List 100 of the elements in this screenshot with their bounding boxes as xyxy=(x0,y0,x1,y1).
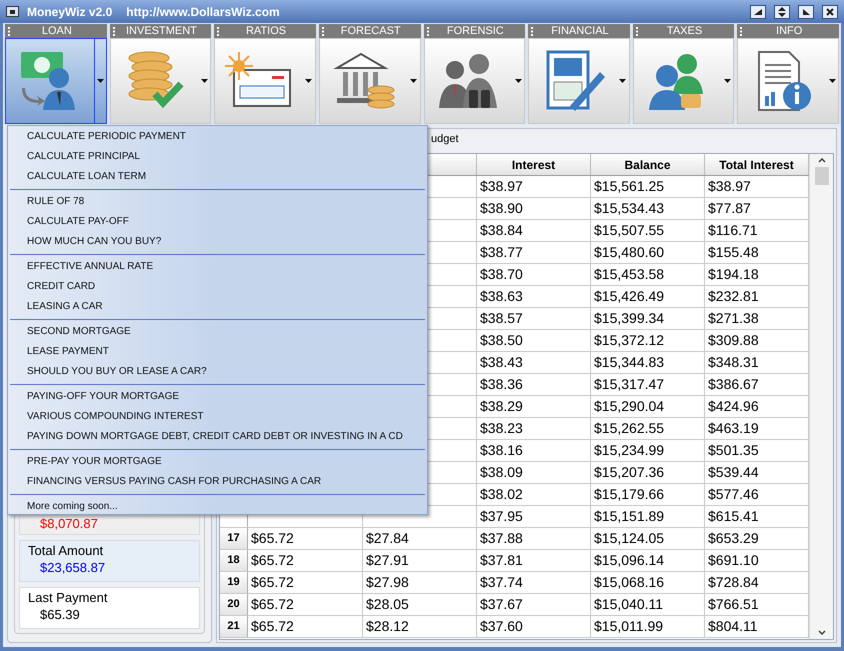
menu-item[interactable]: CALCULATE LOAN TERM xyxy=(27,170,146,184)
grip-icon xyxy=(531,26,534,36)
dropdown-caret-icon xyxy=(305,79,312,83)
dropdown-caret-icon xyxy=(619,79,626,83)
menu-item[interactable]: SHOULD YOU BUY OR LEASE A CAR? xyxy=(27,365,207,379)
tab-header: LOAN xyxy=(5,24,107,38)
row-number: 20 xyxy=(220,594,248,615)
menu-item[interactable]: LEASING A CAR xyxy=(27,300,103,314)
table-cell: $15,011.99 xyxy=(591,616,705,637)
table-cell: $65.72 xyxy=(248,550,363,571)
menu-item[interactable]: PRE-PAY YOUR MORTGAGE xyxy=(27,455,162,469)
menu-item[interactable]: HOW MUCH CAN YOU BUY? xyxy=(27,235,162,249)
summary-value: $8,070.87 xyxy=(39,515,99,533)
dropdown-caret-icon xyxy=(514,79,522,83)
table-cell: $15,426.49 xyxy=(591,286,705,307)
table-cell: $28.05 xyxy=(363,594,477,615)
menu-item[interactable]: SECOND MORTGAGE xyxy=(27,325,131,339)
table-cell: $37.74 xyxy=(477,572,591,593)
scroll-up-icon[interactable] xyxy=(818,158,826,163)
minimize-icon xyxy=(753,8,763,16)
row-number: 18 xyxy=(220,550,248,571)
table-cell: $15,207.36 xyxy=(591,462,705,483)
table-cell: $15,317.47 xyxy=(591,374,705,395)
restore-button[interactable] xyxy=(774,4,790,18)
dropdown-caret-icon xyxy=(96,79,104,83)
table-cell: $15,561.25 xyxy=(591,176,705,197)
minimize-button[interactable] xyxy=(750,4,766,18)
table-cell: $15,151.89 xyxy=(591,506,705,527)
maximize-icon xyxy=(802,8,810,16)
table-cell: $38.84 xyxy=(477,220,591,241)
menu-item[interactable]: PAYING-OFF YOUR MORTGAGE xyxy=(27,390,180,404)
grip-icon xyxy=(112,26,115,36)
content-tab[interactable]: udget xyxy=(431,130,459,148)
table-cell: $65.72 xyxy=(248,616,363,637)
table-cell: $38.29 xyxy=(477,396,591,417)
window-title: MoneyWiz v2.0 xyxy=(27,4,112,20)
table-cell: $38.57 xyxy=(477,308,591,329)
close-button[interactable] xyxy=(822,4,838,18)
menu-item[interactable]: CALCULATE PRINCIPAL xyxy=(27,150,140,164)
menu-item[interactable]: FINANCING VERSUS PAYING CASH FOR PURCHASING A CAR xyxy=(27,475,322,489)
table-cell: $37.60 xyxy=(477,616,591,637)
menu-item[interactable]: RULE OF 78 xyxy=(27,195,84,209)
grip-icon xyxy=(740,26,742,36)
vertical-scrollbar[interactable] xyxy=(809,154,833,639)
table-cell: $27.84 xyxy=(363,528,477,549)
table-cell: $65.72 xyxy=(248,528,363,549)
scroll-thumb[interactable] xyxy=(814,167,828,185)
tab-header: INFO xyxy=(737,24,839,38)
table-cell: $15,453.58 xyxy=(591,264,705,285)
table-cell: $15,179.66 xyxy=(591,484,705,505)
table-cell: $38.23 xyxy=(477,418,591,439)
menu-item[interactable]: CREDIT CARD xyxy=(27,280,96,294)
grip-icon xyxy=(322,26,324,36)
column-header: Balance xyxy=(591,154,705,175)
table-cell: $38.02 xyxy=(477,484,591,505)
menu-item[interactable]: More coming soon... xyxy=(27,500,118,514)
tab-header: RATIOS xyxy=(214,24,316,38)
tab-header: TAXES xyxy=(632,24,734,38)
table-cell: $15,480.60 xyxy=(591,242,705,263)
menu-item[interactable]: LEASE PAYMENT xyxy=(27,345,109,359)
menu-item[interactable]: PAYING DOWN MORTGAGE DEBT, CREDIT CARD DEBT OR INVESTING IN A CD xyxy=(27,430,403,444)
table-cell: $38.97 xyxy=(477,176,591,197)
table-cell: $28.12 xyxy=(363,616,477,637)
table-cell: $15,534.43 xyxy=(591,198,705,219)
tab-header: FORECAST xyxy=(318,24,420,38)
menu-item[interactable]: CALCULATE PERIODIC PAYMENT xyxy=(27,130,186,144)
dropdown-caret-icon xyxy=(724,79,731,83)
menu-item[interactable]: CALCULATE PAY-OFF xyxy=(27,215,129,229)
table-cell: $15,290.04 xyxy=(591,396,705,417)
table-cell: $38.50 xyxy=(477,330,591,351)
tab-header: FINANCIAL xyxy=(528,24,630,38)
window-url: http://www.DollarsWiz.com xyxy=(126,4,280,20)
table-cell: $38.70 xyxy=(477,264,591,285)
table-cell: $38.90 xyxy=(477,198,591,219)
menu-item[interactable]: EFFECTIVE ANNUAL RATE xyxy=(27,260,154,274)
table-cell: $37.88 xyxy=(477,528,591,549)
scroll-down-icon[interactable] xyxy=(818,630,826,635)
menu-item[interactable]: VARIOUS COMPOUNDING INTEREST xyxy=(27,410,204,424)
maximize-button[interactable] xyxy=(798,4,814,18)
table-cell: $38.36 xyxy=(477,374,591,395)
summary-label: Last Payment xyxy=(28,590,108,606)
table-cell: $38.63 xyxy=(477,286,591,307)
row-number: 17 xyxy=(220,528,248,549)
table-cell: $15,507.55 xyxy=(591,220,705,241)
table-cell: $38.16 xyxy=(477,440,591,461)
table-cell: $37.67 xyxy=(477,594,591,615)
table-cell: $15,124.05 xyxy=(591,528,705,549)
close-icon xyxy=(826,8,834,16)
table-cell: $37.81 xyxy=(477,550,591,571)
table-cell: $65.72 xyxy=(248,572,363,593)
grip-icon xyxy=(217,26,220,36)
table-cell: $65.72 xyxy=(248,594,363,615)
summary-label: Total Amount xyxy=(28,543,104,559)
table-cell: $15,262.55 xyxy=(591,418,705,439)
row-number: 19 xyxy=(220,572,248,593)
table-cell: $15,068.16 xyxy=(591,572,705,593)
tab-button[interactable] xyxy=(5,38,107,124)
app-icon xyxy=(6,6,19,17)
column-header: Interest xyxy=(477,154,591,175)
table-cell: $15,372.12 xyxy=(591,330,705,351)
